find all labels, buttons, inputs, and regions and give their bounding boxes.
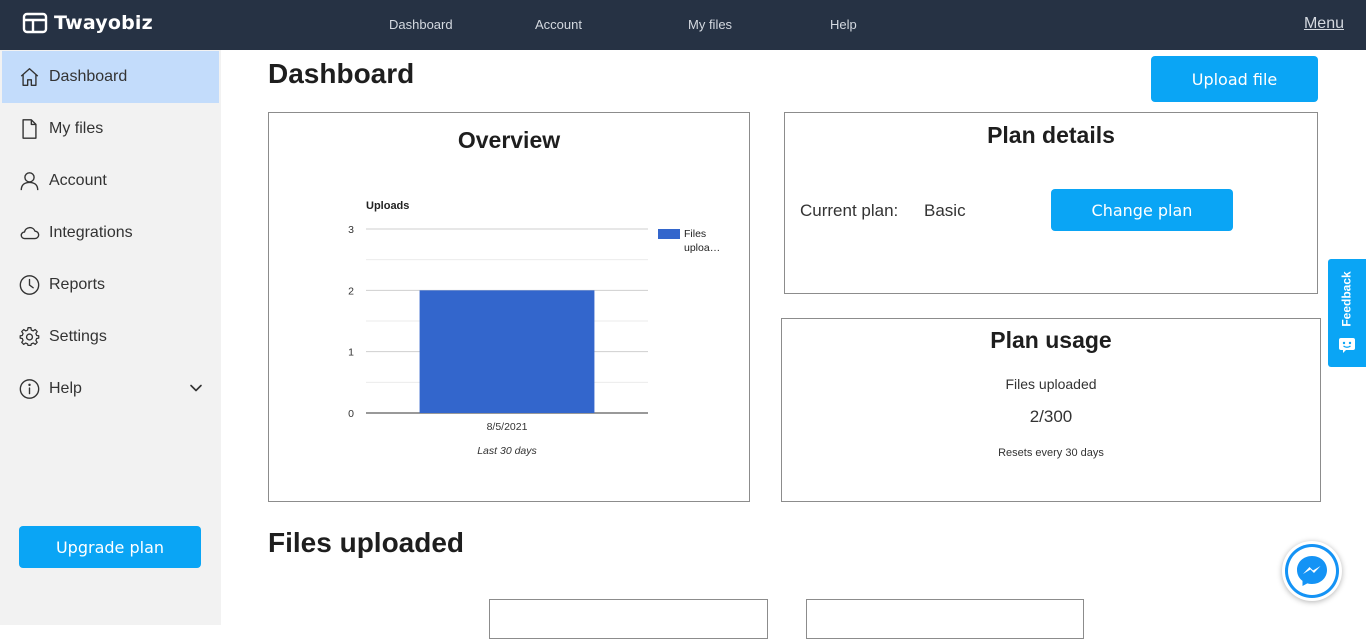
overview-card: Overview Uploads 0 1 2 3 8/5/2021 Last 30 da…: [268, 112, 750, 502]
logo[interactable]: Twayobiz: [22, 11, 153, 35]
sidebar-item-my-files[interactable]: My files: [2, 103, 219, 155]
sidebar-item-label: My files: [49, 120, 104, 137]
home-icon: [20, 68, 39, 86]
topnav-help-link[interactable]: Help: [830, 17, 857, 32]
topnav-account-link[interactable]: Account: [535, 17, 582, 32]
cloud-icon: [20, 226, 40, 240]
sidebar: Dashboard My files Account Integrations …: [0, 50, 221, 625]
topnav-my-files-link[interactable]: My files: [688, 17, 732, 32]
chart-ytick-label: 3: [348, 224, 354, 236]
reset-note: Resets every 30 days: [998, 447, 1104, 459]
sidebar-item-help[interactable]: Help: [2, 363, 219, 415]
upgrade-plan-button[interactable]: Upgrade plan: [19, 526, 201, 568]
current-plan-label: Current plan:: [800, 201, 899, 220]
feedback-label: Feedback: [1340, 271, 1355, 327]
file-icon: [22, 119, 37, 139]
files-uploaded-title: Files uploaded: [268, 527, 465, 558]
legend-label-line2: uploa…: [684, 242, 720, 254]
messenger-icon: [1285, 544, 1339, 598]
chart-ytick-label: 1: [348, 347, 354, 359]
chart-xlabel: Last 30 days: [477, 445, 537, 457]
plan-details-card: Plan details Current plan: Basic Change …: [784, 112, 1318, 294]
upload-file-button[interactable]: Upload file: [1151, 56, 1318, 102]
uploads-chart: Uploads 0 1 2 3 8/5/2021 Last 30 days Files …: [269, 113, 749, 506]
plan-usage-title: Plan usage: [990, 327, 1112, 353]
file-card[interactable]: [489, 599, 768, 639]
messenger-chat-button[interactable]: [1282, 541, 1342, 601]
uploads-chart-svg: Uploads 01238/5/2021 Last 30 days Files …: [348, 200, 720, 457]
legend-swatch: [658, 229, 680, 239]
info-icon: [19, 379, 40, 399]
file-card[interactable]: [806, 599, 1084, 639]
sidebar-item-settings[interactable]: Settings: [2, 311, 219, 363]
topnav-dashboard-link[interactable]: Dashboard: [389, 17, 453, 32]
chart-ytick-label: 2: [348, 285, 354, 297]
gear-icon: [19, 327, 40, 347]
chart-bar[interactable]: [419, 290, 595, 413]
clock-icon: [19, 275, 40, 295]
user-icon: [20, 172, 39, 191]
sidebar-item-integrations[interactable]: Integrations: [2, 207, 219, 259]
sidebar-item-label: Dashboard: [49, 68, 128, 85]
top-bar: Twayobiz Dashboard Account My files Help…: [0, 0, 1366, 50]
feedback-tab[interactable]: Feedback: [1328, 259, 1366, 367]
page-title: Dashboard: [268, 58, 415, 89]
current-plan-value: Basic: [924, 201, 966, 220]
sidebar-item-label: Account: [49, 172, 107, 189]
sidebar-item-label: Settings: [49, 328, 107, 345]
sidebar-item-label: Integrations: [49, 224, 133, 241]
menu-link[interactable]: Menu: [1304, 15, 1344, 33]
legend-label-line1: Files: [684, 228, 706, 240]
sidebar-item-account[interactable]: Account: [2, 155, 219, 207]
brand-name: Twayobiz: [54, 12, 153, 34]
plan-details-title: Plan details: [987, 122, 1115, 148]
chart-xtick-label: 8/5/2021: [487, 421, 528, 433]
chevron-down-icon[interactable]: [189, 381, 203, 395]
sidebar-item-reports[interactable]: Reports: [2, 259, 219, 311]
chart-ytick-label: 0: [348, 408, 354, 420]
files-uploaded-label: Files uploaded: [1005, 376, 1097, 392]
files-uploaded-value: 2/300: [1029, 407, 1073, 426]
chart-title: Uploads: [366, 200, 409, 212]
sidebar-item-label: Reports: [49, 276, 106, 293]
sidebar-item-label: Help: [49, 380, 82, 397]
sidebar-item-dashboard[interactable]: Dashboard: [2, 51, 219, 103]
change-plan-button[interactable]: Change plan: [1051, 189, 1233, 231]
smile-icon: [1339, 338, 1355, 353]
logo-icon: [22, 12, 48, 34]
plan-usage-card: Plan usage Files uploaded 2/300 Resets e…: [781, 318, 1321, 502]
